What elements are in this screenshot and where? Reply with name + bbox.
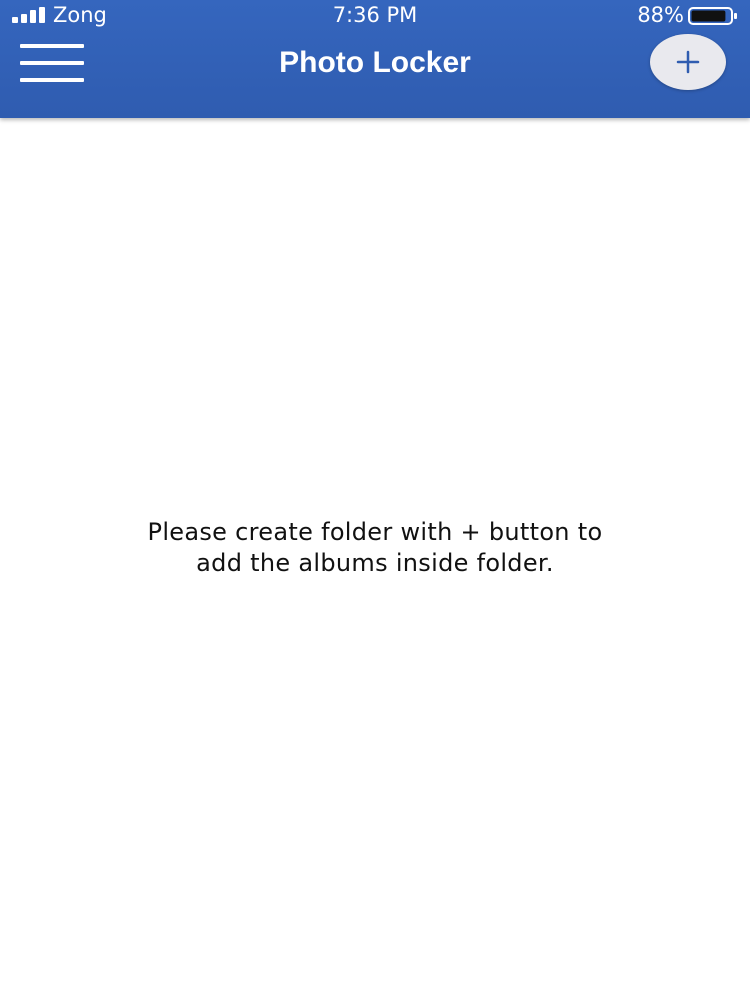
- page-title: Photo Locker: [279, 46, 471, 79]
- battery-percentage: 88%: [637, 3, 684, 27]
- add-folder-button[interactable]: [650, 34, 726, 90]
- app-header: Zong 7:36 PM 88% Photo Locker: [0, 0, 750, 118]
- battery-icon: [688, 7, 737, 25]
- empty-state-message: Please create folder with + button to ad…: [147, 518, 603, 577]
- plus-icon: [676, 50, 700, 74]
- status-bar: Zong 7:36 PM 88%: [0, 0, 750, 30]
